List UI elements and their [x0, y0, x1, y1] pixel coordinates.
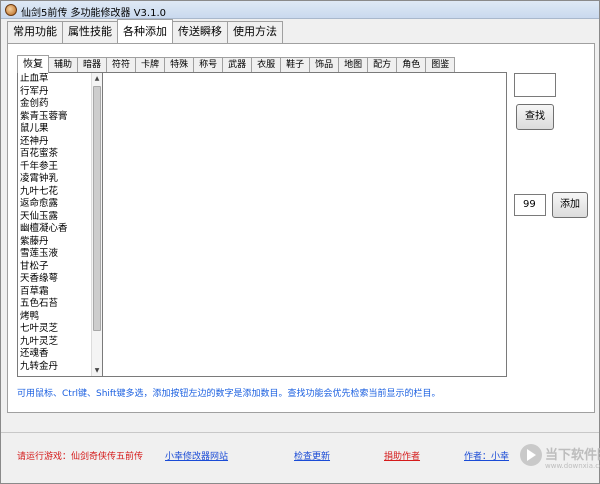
list-item[interactable]: 返命愈露 — [18, 198, 102, 211]
title-bar[interactable]: 仙剑5前传 多功能修改器 V3.1.0 — [1, 1, 599, 19]
donate-link[interactable]: 捐助作者 — [384, 449, 420, 462]
list-item[interactable]: 九叶灵芝 — [18, 336, 102, 349]
list-item[interactable]: 还魂香 — [18, 348, 102, 361]
item-grid-area[interactable] — [103, 72, 507, 377]
list-item[interactable]: 九转金丹 — [18, 361, 102, 374]
footer-divider — [1, 432, 599, 433]
list-item[interactable]: 还神丹 — [18, 136, 102, 149]
list-item[interactable]: 紫青玉蓉膏 — [18, 111, 102, 124]
target-game-label: 请运行游戏：仙剑奇侠传五前传 — [17, 452, 144, 462]
watermark-url: www.downxia.com — [545, 462, 600, 470]
tab-teleport[interactable]: 传送瞬移 — [172, 21, 228, 43]
tab-special[interactable]: 特殊 — [164, 57, 195, 73]
site-link[interactable]: 小幸修改器网站 — [165, 449, 228, 462]
tab-talisman[interactable]: 符符 — [106, 57, 137, 73]
list-item[interactable]: 九叶七花 — [18, 186, 102, 199]
check-update-link[interactable]: 检查更新 — [294, 449, 330, 462]
list-item[interactable]: 烤鸭 — [18, 311, 102, 324]
tab-add-items[interactable]: 各种添加 — [117, 19, 173, 43]
list-item[interactable]: 七叶灵芝 — [18, 323, 102, 336]
tab-usage[interactable]: 使用方法 — [227, 21, 283, 43]
scroll-up-arrow-icon[interactable]: ▲ — [92, 73, 102, 84]
usage-hint: 可用鼠标、Ctrl键、Shift键多选，添加按钮左边的数字是添加数目。查找功能会… — [17, 389, 441, 399]
list-item[interactable]: 五色石苔 — [18, 298, 102, 311]
list-item[interactable]: 金创药 — [18, 98, 102, 111]
tab-hidden-weapon[interactable]: 暗器 — [77, 57, 108, 73]
tab-recipe[interactable]: 配方 — [367, 57, 398, 73]
list-item[interactable]: 百花蜜茶 — [18, 148, 102, 161]
list-item[interactable]: 天香缘萼 — [18, 273, 102, 286]
list-item[interactable]: 天仙玉露 — [18, 211, 102, 224]
tab-restore[interactable]: 恢复 — [17, 55, 49, 73]
scroll-down-arrow-icon[interactable]: ▼ — [92, 365, 102, 376]
watermark-text: 当下软件园 — [545, 448, 600, 463]
tab-support[interactable]: 辅助 — [48, 57, 79, 73]
list-item[interactable]: 雪莲玉液 — [18, 248, 102, 261]
author-link[interactable]: 作者：小幸 — [464, 449, 509, 462]
list-item[interactable]: 百草霜 — [18, 286, 102, 299]
tab-title[interactable]: 称号 — [193, 57, 224, 73]
item-listbox[interactable]: 止血草 行军丹 金创药 紫青玉蓉膏 鼠儿果 还神丹 百花蜜茶 千年参王 凌霄钟乳… — [17, 72, 103, 377]
search-input[interactable] — [514, 73, 556, 97]
list-item[interactable]: 紫藤丹 — [18, 236, 102, 249]
tab-card[interactable]: 卡牌 — [135, 57, 166, 73]
list-item[interactable]: 甘松子 — [18, 261, 102, 274]
app-window: 仙剑5前传 多功能修改器 V3.1.0 常用功能 属性技能 各种添加 传送瞬移 … — [0, 0, 600, 484]
list-item[interactable]: 幽檀凝心香 — [18, 223, 102, 236]
tab-clothes[interactable]: 衣服 — [251, 57, 282, 73]
tab-map[interactable]: 地图 — [338, 57, 369, 73]
watermark-play-icon — [520, 444, 542, 466]
tab-character[interactable]: 角色 — [396, 57, 427, 73]
quantity-input[interactable]: 99 — [514, 194, 546, 216]
tab-attributes[interactable]: 属性技能 — [62, 21, 118, 43]
watermark: 当下软件园 www.downxia.com — [520, 442, 600, 478]
category-tab-strip: 恢复 辅助 暗器 符符 卡牌 特殊 称号 武器 衣服 鞋子 饰品 地图 配方 角… — [17, 55, 456, 73]
list-item[interactable]: 行军丹 — [18, 86, 102, 99]
window-title: 仙剑5前传 多功能修改器 V3.1.0 — [21, 8, 167, 19]
tab-common[interactable]: 常用功能 — [7, 21, 63, 43]
find-button[interactable]: 查找 — [516, 104, 554, 130]
list-scrollbar[interactable]: ▲ ▼ — [91, 73, 102, 376]
tab-weapon[interactable]: 武器 — [222, 57, 253, 73]
list-item[interactable]: 鼠儿果 — [18, 123, 102, 136]
app-icon — [5, 4, 17, 16]
list-item[interactable]: 千年参王 — [18, 161, 102, 174]
item-list: 止血草 行军丹 金创药 紫青玉蓉膏 鼠儿果 还神丹 百花蜜茶 千年参王 凌霄钟乳… — [18, 73, 102, 373]
scroll-thumb[interactable] — [93, 86, 101, 331]
list-item[interactable]: 凌霄钟乳 — [18, 173, 102, 186]
tab-accessory[interactable]: 饰品 — [309, 57, 340, 73]
add-button[interactable]: 添加 — [552, 192, 588, 218]
tab-catalog[interactable]: 图鉴 — [425, 57, 456, 73]
tab-shoes[interactable]: 鞋子 — [280, 57, 311, 73]
list-item[interactable]: 止血草 — [18, 73, 102, 86]
main-tab-strip: 常用功能 属性技能 各种添加 传送瞬移 使用方法 — [7, 19, 283, 43]
